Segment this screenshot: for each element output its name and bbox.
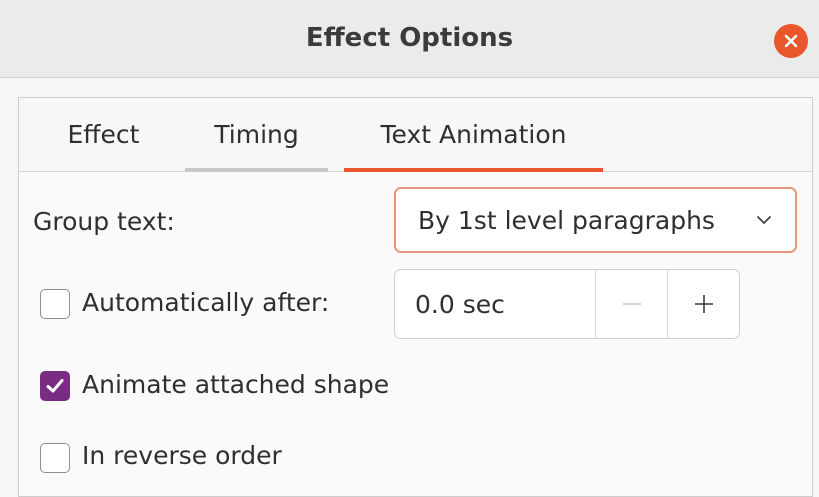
minus-icon — [623, 303, 641, 305]
tab-effect-label: Effect — [67, 120, 140, 149]
dialog-title: Effect Options — [305, 23, 514, 53]
tab-text-animation-label: Text Animation — [380, 120, 567, 149]
automatically-after-label: Automatically after: — [82, 288, 330, 317]
decrement-button[interactable] — [595, 270, 668, 338]
automatically-after-checkbox[interactable] — [40, 289, 70, 319]
tab-timing-hover-indicator — [185, 168, 328, 172]
animate-attached-shape-label: Animate attached shape — [82, 370, 390, 399]
animate-attached-shape-checkbox[interactable] — [40, 371, 70, 401]
group-text-dropdown[interactable]: By 1st level paragraphs — [394, 187, 797, 253]
tab-text-animation[interactable]: Text Animation — [344, 98, 603, 172]
checkmark-icon — [46, 379, 64, 393]
reverse-order-label: In reverse order — [82, 441, 282, 470]
tab-timing[interactable]: Timing — [185, 98, 328, 172]
group-text-label: Group text: — [33, 207, 175, 236]
chevron-down-icon — [757, 216, 771, 224]
delay-spinbox: 0.0 sec — [394, 269, 740, 339]
plus-icon — [695, 295, 713, 313]
close-icon — [784, 34, 798, 48]
group-text-selected: By 1st level paragraphs — [418, 205, 715, 235]
reverse-order-checkbox[interactable] — [40, 443, 70, 473]
tab-effect[interactable]: Effect — [36, 98, 171, 171]
tab-bar: Effect Timing Text Animation — [19, 98, 812, 172]
title-bar: Effect Options — [0, 0, 819, 78]
close-button[interactable] — [774, 24, 808, 58]
tab-active-indicator — [344, 168, 603, 172]
tab-timing-label: Timing — [214, 120, 299, 149]
delay-input[interactable]: 0.0 sec — [415, 290, 505, 319]
increment-button[interactable] — [667, 270, 740, 338]
